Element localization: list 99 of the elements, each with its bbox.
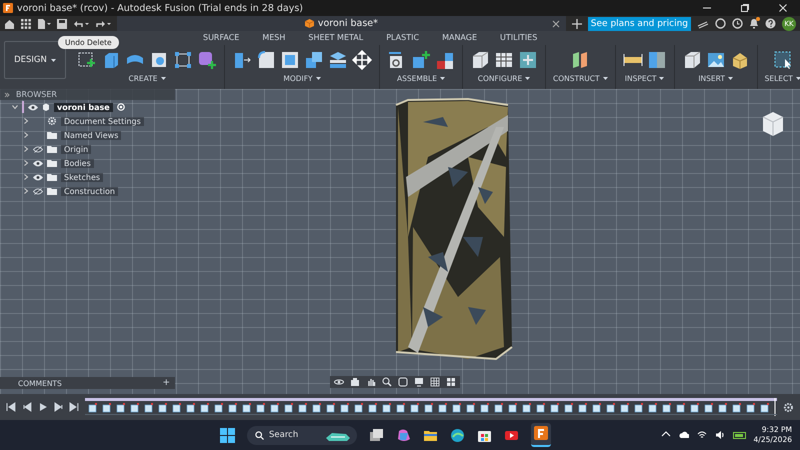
display-mode-icon[interactable]	[398, 377, 408, 387]
zoom-icon[interactable]	[382, 377, 392, 387]
caret-icon	[50, 58, 56, 62]
eye-icon[interactable]	[33, 174, 43, 180]
offset-tool-icon[interactable]	[328, 50, 348, 70]
copilot-icon[interactable]	[396, 428, 411, 442]
start-icon[interactable]	[220, 428, 235, 442]
collapsed-caret-icon[interactable]	[23, 132, 29, 138]
caret-icon	[602, 77, 608, 80]
collapse-icon[interactable]	[4, 92, 10, 98]
ribbon-tab[interactable]: MANAGE	[442, 32, 478, 44]
task-view-icon[interactable]	[369, 428, 384, 442]
sketch-tool-icon[interactable]	[77, 50, 97, 70]
select-tool-icon[interactable]	[772, 50, 793, 70]
window-title: voroni base* (rcov) - Autodesk Fusion (Trial ends in 28 days)	[17, 2, 304, 14]
search-icon	[255, 430, 264, 440]
orbit-icon[interactable]	[334, 377, 344, 387]
save-icon[interactable]	[57, 18, 67, 28]
ground-tool-icon[interactable]	[435, 50, 455, 70]
grid-icon[interactable]	[21, 18, 31, 28]
section-tool-icon[interactable]	[646, 50, 667, 70]
ribbon-tab[interactable]: PLASTIC	[386, 32, 420, 44]
plus-icon[interactable]	[572, 18, 582, 28]
press-tool-icon[interactable]	[232, 50, 252, 70]
first-frame-icon[interactable]	[6, 402, 16, 412]
caret-icon	[440, 77, 445, 80]
last-frame-icon[interactable]	[69, 402, 80, 412]
expanded-caret-icon[interactable]	[12, 104, 18, 110]
caret-icon	[160, 77, 166, 80]
fillet-tool-icon[interactable]	[256, 50, 276, 70]
tree-item[interactable]: Document Settings	[61, 116, 144, 126]
radio-icon[interactable]	[116, 103, 125, 111]
config-tool-icon[interactable]	[518, 50, 538, 70]
table-tool-icon[interactable]	[494, 50, 514, 70]
caret-icon	[525, 77, 530, 80]
ribbon-tab[interactable]: SHEET METAL	[308, 32, 364, 44]
grid-icon[interactable]	[430, 377, 440, 387]
collapsed-caret-icon[interactable]	[23, 174, 29, 180]
image-tool-icon[interactable]	[706, 50, 726, 70]
speaker-icon[interactable]	[714, 430, 725, 440]
viewports-icon[interactable]	[446, 377, 456, 387]
collapsed-caret-icon[interactable]	[23, 160, 29, 166]
cloud-icon[interactable]	[678, 430, 689, 440]
component-icon	[42, 103, 50, 111]
app-logo-icon	[3, 3, 13, 13]
panel-title: BROWSER	[16, 90, 57, 99]
eye-icon[interactable]	[33, 160, 43, 166]
notification-icon[interactable]	[749, 18, 759, 29]
eye-icon[interactable]	[28, 104, 38, 110]
next-step-icon[interactable]	[54, 402, 64, 412]
help-icon[interactable]	[765, 18, 776, 29]
file-icon[interactable]	[37, 18, 51, 28]
collapsed-caret-icon[interactable]	[23, 146, 29, 152]
workspace-dropdown[interactable]: DESIGN	[4, 41, 66, 79]
view-cube-icon[interactable]	[760, 109, 786, 139]
tree-item[interactable]: Bodies	[61, 158, 94, 168]
tree-item[interactable]: Construction	[61, 186, 118, 196]
gear-icon	[47, 116, 57, 126]
shell-tool-icon[interactable]	[280, 50, 300, 70]
caret-icon	[796, 77, 800, 80]
redo-icon[interactable]	[95, 18, 111, 28]
undo-icon[interactable]	[73, 18, 89, 28]
form-tool-icon[interactable]	[197, 50, 217, 70]
move-tool-icon[interactable]	[352, 50, 372, 70]
ribbon-tab[interactable]: UTILITIES	[500, 32, 538, 44]
hidden-eye-icon[interactable]	[33, 188, 43, 194]
collapsed-caret-icon[interactable]	[23, 118, 29, 124]
caret-icon	[316, 77, 321, 80]
tree-item[interactable]: Named Views	[61, 130, 122, 140]
pattern-tool-icon[interactable]	[173, 50, 193, 70]
browser-icon[interactable]	[450, 428, 465, 442]
restore-icon[interactable]	[740, 3, 750, 13]
battery-icon[interactable]	[732, 430, 746, 440]
visual-style-icon[interactable]	[414, 377, 424, 387]
ribbon-tab[interactable]: SURFACE	[203, 32, 240, 44]
hole-tool-icon[interactable]	[149, 50, 169, 70]
tree-item[interactable]: voroni base	[54, 102, 113, 112]
app-logo-icon[interactable]	[534, 426, 548, 440]
box-tool-icon[interactable]	[470, 50, 490, 70]
add-comment-button[interactable]: +	[162, 378, 170, 388]
hidden-eye-icon[interactable]	[33, 146, 43, 152]
collapsed-caret-icon[interactable]	[23, 188, 29, 194]
component-tool-icon[interactable]	[411, 50, 431, 70]
clock-icon[interactable]	[732, 18, 743, 29]
play-icon[interactable]	[38, 402, 48, 412]
search-field[interactable]: Search	[247, 426, 357, 444]
home-icon[interactable]	[4, 18, 15, 28]
previous-step-icon[interactable]	[22, 402, 32, 412]
settings-icon[interactable]	[783, 402, 794, 412]
caret-icon	[659, 77, 664, 80]
ribbon-tab[interactable]: MESH	[262, 32, 286, 44]
timeline-features-drawing[interactable]	[85, 398, 778, 416]
combine-tool-icon[interactable]	[304, 50, 324, 70]
caret-icon	[728, 77, 733, 80]
tree-item[interactable]: Sketches	[61, 172, 104, 182]
look-at-icon[interactable]	[350, 377, 360, 387]
cube-icon	[304, 19, 314, 28]
tree-item[interactable]: Origin	[61, 144, 92, 154]
wifi-icon[interactable]	[696, 430, 707, 440]
